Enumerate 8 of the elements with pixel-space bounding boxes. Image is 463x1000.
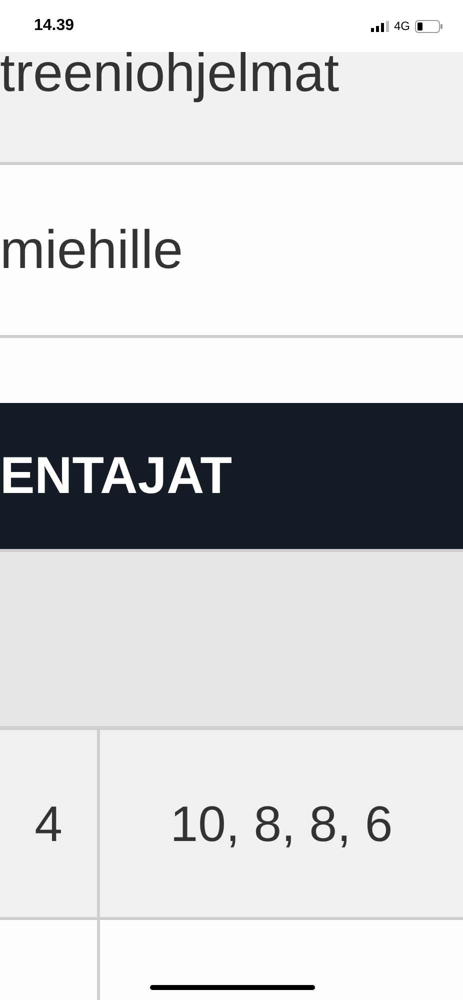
table-cell: 4 bbox=[0, 730, 100, 917]
table-cell-text: 10, 8, 8, 6 bbox=[169, 794, 394, 854]
section-title: ENTAJAT bbox=[0, 446, 232, 506]
network-label: 4G bbox=[394, 19, 410, 33]
battery-icon bbox=[415, 20, 443, 32]
signal-icon bbox=[370, 20, 389, 32]
list-item-text: miehille bbox=[0, 223, 184, 277]
status-time: 14.39 bbox=[34, 17, 74, 35]
